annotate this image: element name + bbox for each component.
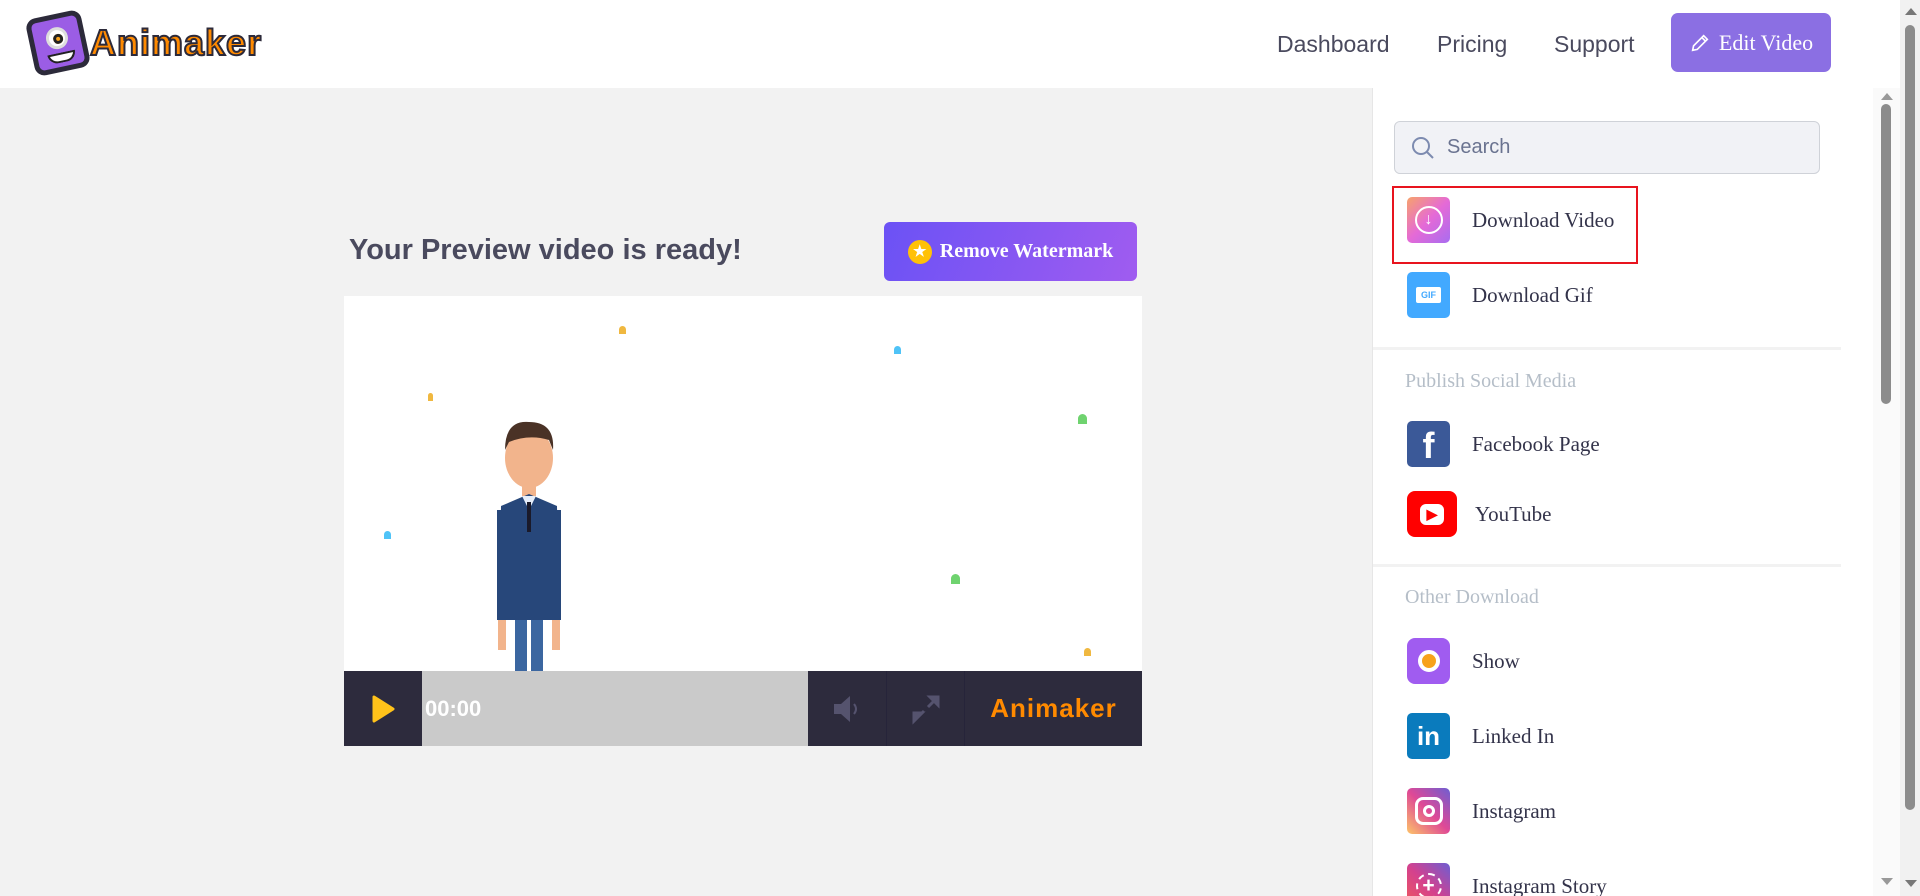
facebook-item[interactable]: f Facebook Page <box>1407 421 1600 467</box>
player-controls: 00:00 Animaker <box>344 671 1142 746</box>
page-title: Your Preview video is ready! <box>349 234 742 266</box>
instagram-label: Instagram <box>1472 798 1556 823</box>
confetti <box>894 346 901 354</box>
play-button[interactable] <box>344 671 422 746</box>
scroll-down-arrow-icon[interactable] <box>1881 878 1893 885</box>
youtube-icon: ▶ <box>1407 491 1457 537</box>
confetti <box>1078 414 1087 424</box>
confetti <box>951 574 960 584</box>
gif-badge: GIF <box>1416 287 1441 303</box>
divider <box>1373 347 1841 350</box>
linkedin-icon: in <box>1407 713 1450 759</box>
instagram-icon <box>1407 788 1450 834</box>
player-watermark-logo: Animaker <box>990 693 1117 723</box>
page-scrollbar-thumb[interactable] <box>1905 25 1915 810</box>
logo-text: Animaker <box>89 21 263 64</box>
show-label: Show <box>1472 648 1520 673</box>
share-panel: Search ↓ Download Video GIF Download Gif… <box>1372 88 1873 896</box>
confetti <box>384 531 391 539</box>
facebook-label: Facebook Page <box>1472 431 1600 456</box>
remove-watermark-label: Remove Watermark <box>939 240 1114 262</box>
instagram-story-icon: + <box>1407 863 1450 896</box>
download-icon: ↓ <box>1407 197 1450 243</box>
instagram-item[interactable]: Instagram <box>1407 788 1556 834</box>
section-title-other: Other Download <box>1405 586 1539 608</box>
animaker-show-icon <box>1407 638 1450 684</box>
time-display: 00:00 <box>425 695 482 721</box>
top-header: Animaker Dashboard Pricing Support Edit … <box>0 0 1900 88</box>
linkedin-label: Linked In <box>1472 723 1555 748</box>
volume-button[interactable] <box>808 671 886 746</box>
gif-icon: GIF <box>1407 272 1450 318</box>
edit-video-label: Edit Video <box>1718 29 1814 55</box>
confetti <box>619 326 626 334</box>
fullscreen-button[interactable] <box>886 671 965 746</box>
video-player[interactable]: 00:00 Animaker <box>344 296 1142 746</box>
animaker-logo[interactable]: Animaker <box>24 8 263 78</box>
show-item[interactable]: Show <box>1407 638 1520 684</box>
search-input[interactable]: Search <box>1394 121 1820 174</box>
search-icon <box>1412 136 1434 159</box>
scroll-up-arrow-icon[interactable] <box>1881 93 1893 100</box>
instagram-story-label: Instagram Story <box>1472 873 1607 896</box>
remove-watermark-button[interactable]: ★ Remove Watermark <box>884 222 1137 281</box>
confetti <box>428 393 433 401</box>
download-gif-label: Download Gif <box>1472 282 1593 307</box>
search-placeholder: Search <box>1447 136 1511 158</box>
play-icon <box>372 695 395 722</box>
download-video-label: Download Video <box>1472 207 1615 232</box>
page-scrollbar[interactable] <box>1900 0 1920 896</box>
youtube-label: YouTube <box>1475 501 1552 526</box>
youtube-item[interactable]: ▶ YouTube <box>1407 491 1551 537</box>
divider <box>1373 564 1841 567</box>
star-icon: ★ <box>907 239 932 264</box>
download-video-item[interactable]: ↓ Download Video <box>1407 197 1614 243</box>
nav-support[interactable]: Support <box>1554 0 1635 88</box>
volume-icon <box>834 695 857 722</box>
nav-dashboard[interactable]: Dashboard <box>1277 0 1390 88</box>
panel-scrollbar[interactable] <box>1873 88 1900 896</box>
scroll-down-arrow-icon[interactable] <box>1905 880 1917 887</box>
edit-video-button[interactable]: Edit Video <box>1671 13 1831 72</box>
progress-bar[interactable]: 00:00 <box>422 671 808 746</box>
scroll-up-arrow-icon[interactable] <box>1905 8 1917 15</box>
confetti <box>1084 648 1091 656</box>
logo-mascot-icon <box>24 8 92 78</box>
download-gif-item[interactable]: GIF Download Gif <box>1407 272 1593 318</box>
pencil-icon <box>1691 33 1709 51</box>
fullscreen-icon <box>912 695 939 725</box>
nav-pricing[interactable]: Pricing <box>1437 0 1507 88</box>
instagram-story-item[interactable]: + Instagram Story <box>1407 863 1607 896</box>
facebook-icon: f <box>1407 421 1450 467</box>
panel-scrollbar-thumb[interactable] <box>1881 104 1891 404</box>
section-title-publish: Publish Social Media <box>1405 370 1577 392</box>
linkedin-item[interactable]: in Linked In <box>1407 713 1554 759</box>
